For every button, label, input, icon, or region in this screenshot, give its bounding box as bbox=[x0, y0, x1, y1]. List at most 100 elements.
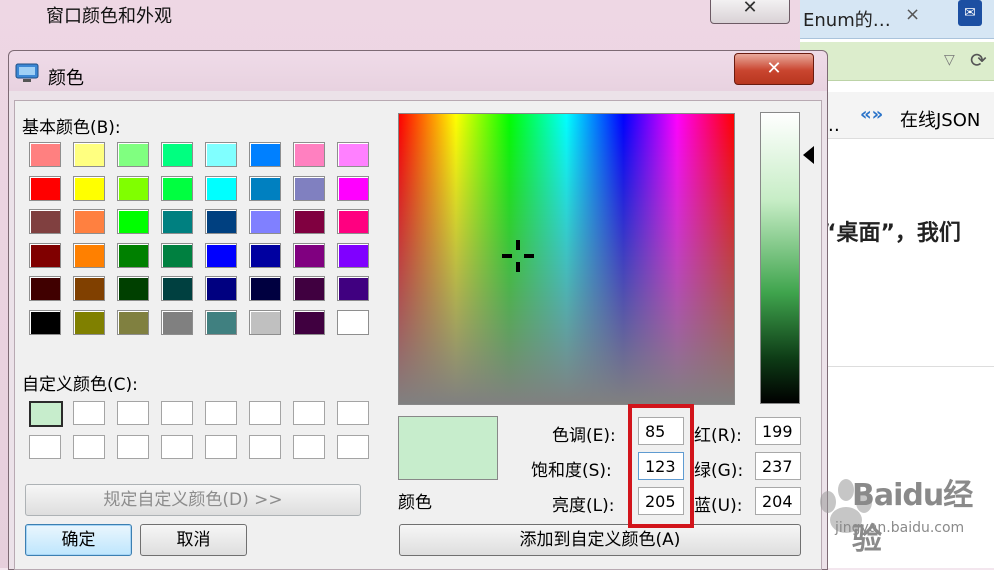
basic-color-swatch[interactable] bbox=[205, 276, 237, 301]
background-blurred-strip bbox=[300, 0, 670, 22]
custom-color-swatch[interactable] bbox=[73, 435, 105, 459]
basic-color-swatch[interactable] bbox=[73, 142, 105, 167]
watermark-brand: Baidu经验 bbox=[852, 478, 973, 557]
address-bar[interactable] bbox=[800, 42, 994, 81]
divider bbox=[800, 366, 994, 367]
basic-color-swatch[interactable] bbox=[293, 276, 325, 301]
basic-color-swatch[interactable] bbox=[337, 276, 369, 301]
cancel-button[interactable]: 取消 bbox=[140, 524, 247, 556]
basic-color-swatch[interactable] bbox=[29, 276, 61, 301]
red-input[interactable]: 199 bbox=[755, 417, 801, 445]
basic-color-swatch[interactable] bbox=[161, 310, 193, 335]
basic-color-swatch[interactable] bbox=[249, 142, 281, 167]
display-icon bbox=[15, 63, 39, 82]
basic-color-swatch[interactable] bbox=[29, 310, 61, 335]
basic-color-swatch[interactable] bbox=[161, 176, 193, 201]
basic-color-swatch[interactable] bbox=[293, 142, 325, 167]
background-window-title: 窗口颜色和外观 bbox=[46, 6, 172, 27]
browser-tab-title[interactable]: Enum的… bbox=[803, 6, 891, 32]
basic-color-swatch[interactable] bbox=[205, 176, 237, 201]
basic-color-swatch[interactable] bbox=[117, 310, 149, 335]
basic-color-swatch[interactable] bbox=[161, 209, 193, 234]
app-icon[interactable]: ✉ bbox=[958, 0, 982, 26]
custom-color-swatch[interactable] bbox=[117, 435, 149, 459]
hue-label: 色调(E): bbox=[552, 426, 616, 446]
basic-color-swatch[interactable] bbox=[249, 276, 281, 301]
color-spectrum[interactable] bbox=[398, 113, 735, 405]
luminance-slider[interactable] bbox=[760, 112, 800, 404]
basic-color-swatch[interactable] bbox=[29, 209, 61, 234]
custom-color-swatch[interactable] bbox=[293, 401, 325, 425]
basic-color-swatch[interactable] bbox=[205, 142, 237, 167]
basic-color-swatch[interactable] bbox=[337, 142, 369, 167]
basic-color-swatch[interactable] bbox=[249, 243, 281, 268]
basic-color-swatch[interactable] bbox=[337, 209, 369, 234]
define-custom-colors-button[interactable]: 规定自定义颜色(D) >> bbox=[25, 484, 361, 516]
luminance-label: 亮度(L): bbox=[552, 496, 615, 516]
dialog-title: 颜色 bbox=[48, 68, 84, 89]
basic-colors-label: 基本颜色(B): bbox=[22, 118, 121, 138]
basic-color-swatch[interactable] bbox=[205, 209, 237, 234]
add-to-custom-colors-button[interactable]: 添加到自定义颜色(A) bbox=[399, 524, 801, 556]
basic-color-swatch[interactable] bbox=[117, 209, 149, 234]
basic-color-swatch[interactable] bbox=[249, 176, 281, 201]
custom-color-swatch[interactable] bbox=[337, 435, 369, 459]
custom-color-swatch[interactable] bbox=[249, 401, 281, 425]
basic-color-swatch[interactable] bbox=[73, 276, 105, 301]
basic-color-swatch[interactable] bbox=[205, 310, 237, 335]
preview-label: 颜色 bbox=[398, 493, 432, 513]
basic-color-swatch[interactable] bbox=[29, 243, 61, 268]
basic-color-swatch[interactable] bbox=[337, 176, 369, 201]
basic-color-swatch[interactable] bbox=[117, 276, 149, 301]
basic-color-swatch[interactable] bbox=[337, 243, 369, 268]
basic-color-swatch[interactable] bbox=[161, 276, 193, 301]
custom-color-swatch[interactable] bbox=[293, 435, 325, 459]
annotation-highlight-box bbox=[628, 404, 694, 528]
dropdown-arrow-icon[interactable]: ▽ bbox=[944, 52, 955, 68]
dialog-close-button[interactable]: ✕ bbox=[734, 53, 814, 85]
watermark-url: jingyan.baidu.com bbox=[835, 520, 965, 536]
basic-color-swatch[interactable] bbox=[117, 142, 149, 167]
custom-color-swatch[interactable] bbox=[205, 401, 237, 425]
red-label: 红(R): bbox=[694, 426, 742, 446]
custom-color-swatch[interactable] bbox=[29, 435, 61, 459]
basic-color-swatch[interactable] bbox=[293, 310, 325, 335]
bookmark-json[interactable]: 在线JSON bbox=[900, 106, 980, 132]
color-preview bbox=[398, 416, 498, 480]
close-icon[interactable]: × bbox=[905, 4, 920, 25]
basic-color-swatch[interactable] bbox=[73, 310, 105, 335]
basic-color-swatch[interactable] bbox=[205, 243, 237, 268]
custom-color-swatch[interactable] bbox=[161, 401, 193, 425]
custom-color-swatch[interactable] bbox=[161, 435, 193, 459]
basic-color-swatch[interactable] bbox=[73, 209, 105, 234]
basic-color-swatch[interactable] bbox=[73, 176, 105, 201]
green-label: 绿(G): bbox=[694, 461, 744, 481]
custom-color-swatch[interactable] bbox=[73, 401, 105, 425]
custom-color-swatch[interactable] bbox=[117, 401, 149, 425]
blue-label: 蓝(U): bbox=[694, 496, 743, 516]
basic-color-swatch[interactable] bbox=[161, 243, 193, 268]
crosshair-icon bbox=[502, 240, 534, 272]
basic-color-swatch[interactable] bbox=[29, 142, 61, 167]
basic-color-swatch[interactable] bbox=[117, 243, 149, 268]
custom-color-swatch[interactable] bbox=[249, 435, 281, 459]
basic-color-swatch[interactable] bbox=[73, 243, 105, 268]
basic-color-swatch[interactable] bbox=[249, 310, 281, 335]
basic-color-swatch[interactable] bbox=[249, 209, 281, 234]
basic-color-swatch[interactable] bbox=[293, 243, 325, 268]
ok-button[interactable]: 确定 bbox=[25, 524, 132, 556]
basic-color-swatch[interactable] bbox=[337, 310, 369, 335]
basic-color-swatch[interactable] bbox=[29, 176, 61, 201]
basic-color-swatch[interactable] bbox=[161, 142, 193, 167]
custom-color-swatch[interactable] bbox=[29, 401, 63, 427]
custom-colors-label: 自定义颜色(C): bbox=[22, 375, 138, 395]
slider-arrow-icon[interactable] bbox=[803, 146, 814, 164]
saturation-label: 饱和度(S): bbox=[531, 461, 612, 481]
refresh-icon[interactable]: ⟳ bbox=[970, 48, 987, 72]
custom-color-swatch[interactable] bbox=[205, 435, 237, 459]
custom-color-swatch[interactable] bbox=[337, 401, 369, 425]
basic-color-swatch[interactable] bbox=[117, 176, 149, 201]
background-window-close-button[interactable]: ✕ bbox=[710, 0, 790, 24]
basic-color-swatch[interactable] bbox=[293, 176, 325, 201]
basic-color-swatch[interactable] bbox=[293, 209, 325, 234]
